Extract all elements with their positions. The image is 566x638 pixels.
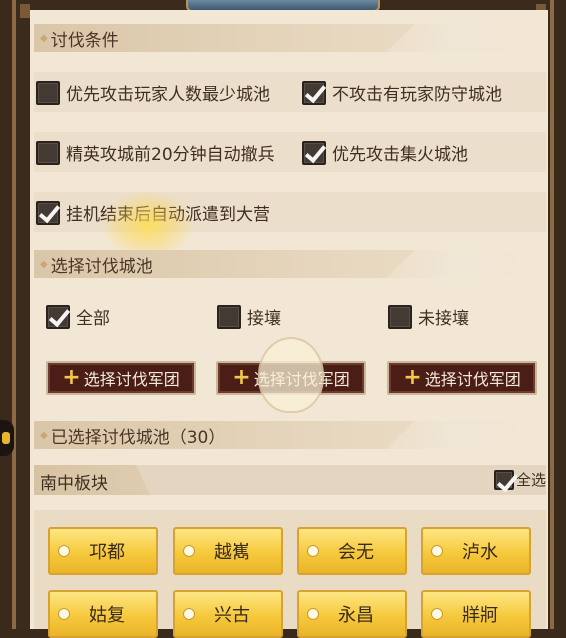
checkbox-checked[interactable] xyxy=(302,80,326,105)
filter-label: 全部 xyxy=(76,309,110,329)
city-button[interactable]: 越嶲 xyxy=(173,527,283,575)
city-button[interactable]: 会无 xyxy=(297,527,407,575)
section-title: 讨伐条件 xyxy=(50,30,119,51)
frame-corner-left xyxy=(20,4,30,18)
filter-label: 未接壤 xyxy=(418,309,469,329)
diamond-icon: ◆ xyxy=(40,258,48,270)
checkbox-checked[interactable] xyxy=(494,469,514,490)
checkbox-checked[interactable] xyxy=(36,200,60,225)
checkbox[interactable] xyxy=(388,304,412,329)
condition-label: 优先攻击集火城池 xyxy=(332,145,468,165)
condition-checkbox-4[interactable]: 优先攻击集火城池 xyxy=(302,140,468,165)
select-army-button-1[interactable]: + 选择讨伐军团 xyxy=(46,361,196,395)
radio-dot-icon xyxy=(307,545,319,557)
checkbox-checked[interactable] xyxy=(302,140,326,165)
section-header-selected-cities: ◆ 已选择讨伐城池（30） xyxy=(34,421,546,449)
city-button[interactable]: 牂牁 xyxy=(421,590,531,638)
diamond-icon: ◆ xyxy=(40,429,48,441)
checkbox[interactable] xyxy=(36,80,60,105)
plus-icon: + xyxy=(232,365,251,390)
city-button[interactable]: 姑复 xyxy=(48,590,158,638)
select-all-checkbox[interactable]: 全选 xyxy=(494,469,546,490)
region-title: 南中板块 xyxy=(40,474,108,494)
condition-label: 挂机结束后自动派遣到大营 xyxy=(66,205,270,225)
mascot-watermark xyxy=(258,337,324,413)
section-title: 已选择讨伐城池（30） xyxy=(50,427,226,448)
filter-adjacent[interactable]: 接壤 xyxy=(217,304,281,329)
checkbox-checked[interactable] xyxy=(46,304,70,329)
filter-all[interactable]: 全部 xyxy=(46,304,110,329)
radio-dot-icon xyxy=(431,608,443,620)
diamond-icon: ◆ xyxy=(40,32,48,44)
condition-checkbox-3[interactable]: 精英攻城前20分钟自动撤兵 xyxy=(36,140,275,165)
filter-non-adjacent[interactable]: 未接壤 xyxy=(388,304,469,329)
city-button[interactable]: 兴古 xyxy=(173,590,283,638)
plus-icon: + xyxy=(62,365,81,390)
condition-checkbox-2[interactable]: 不攻击有玩家防守城池 xyxy=(302,80,502,105)
city-button[interactable]: 泸水 xyxy=(421,527,531,575)
radio-dot-icon xyxy=(183,545,195,557)
checkbox[interactable] xyxy=(36,140,60,165)
condition-label: 不攻击有玩家防守城池 xyxy=(332,85,502,105)
condition-label: 优先攻击玩家人数最少城池 xyxy=(66,85,270,105)
plus-icon: + xyxy=(403,365,422,390)
side-handle[interactable] xyxy=(0,420,14,456)
filter-label: 接壤 xyxy=(247,309,281,329)
radio-dot-icon xyxy=(183,608,195,620)
section-header-select-cities: ◆ 选择讨伐城池 xyxy=(34,250,546,278)
radio-dot-icon xyxy=(307,608,319,620)
radio-dot-icon xyxy=(58,608,70,620)
checkbox[interactable] xyxy=(217,304,241,329)
select-army-button-3[interactable]: + 选择讨伐军团 xyxy=(387,361,537,395)
condition-checkbox-5[interactable]: 挂机结束后自动派遣到大营 xyxy=(36,200,270,225)
condition-checkbox-1[interactable]: 优先攻击玩家人数最少城池 xyxy=(36,80,270,105)
city-button[interactable]: 永昌 xyxy=(297,590,407,638)
radio-dot-icon xyxy=(431,545,443,557)
radio-dot-icon xyxy=(58,545,70,557)
section-title: 选择讨伐城池 xyxy=(50,256,153,277)
condition-label: 精英攻城前20分钟自动撤兵 xyxy=(66,145,275,165)
city-button[interactable]: 邛都 xyxy=(48,527,158,575)
section-header-conditions: ◆ 讨伐条件 xyxy=(34,24,546,52)
